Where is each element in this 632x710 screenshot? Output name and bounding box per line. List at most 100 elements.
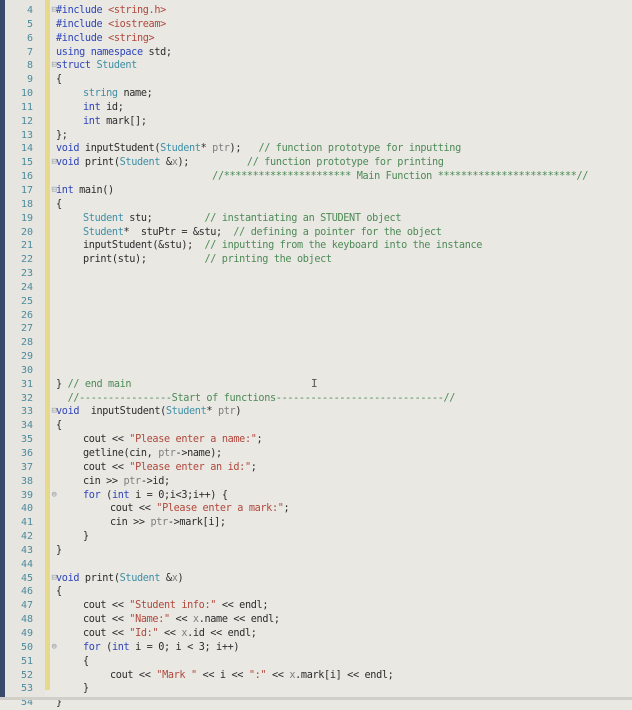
code-token: ); [177, 157, 247, 169]
code-line[interactable]: 37 cout << "Please enter an id:"; [0, 461, 632, 475]
code-text: for (int i = 0; i < 3; i++) [83, 641, 240, 655]
code-line[interactable]: 10 string name; [0, 87, 632, 101]
code-line[interactable]: 26 [0, 309, 632, 323]
code-line[interactable]: 43} [0, 544, 632, 558]
code-text: string name; [83, 87, 153, 101]
code-token: main() [79, 184, 114, 196]
code-line[interactable]: 29 [0, 350, 632, 364]
line-number: 13 [20, 129, 33, 141]
code-token: #include [56, 32, 109, 44]
code-line[interactable]: 13}; [0, 129, 632, 143]
line-number: 11 [20, 101, 33, 113]
code-text: { [56, 198, 62, 212]
code-token: cin >> [83, 475, 124, 487]
code-line[interactable]: 49 cout << "Id:" << x.id << endl; [0, 627, 632, 641]
code-text: int id; [83, 101, 124, 115]
code-token: Student [96, 60, 137, 72]
code-line[interactable]: 50 ⊜ for (int i = 0; i < 3; i++) [0, 641, 632, 655]
code-text: cin >> ptr->id; [83, 475, 170, 489]
line-number: 7 [26, 46, 33, 58]
code-line[interactable]: 52 cout << "Mark " << i << ":" << x.mark[… [0, 669, 632, 683]
code-line[interactable]: 35 cout << "Please enter a name:"; [0, 433, 632, 447]
code-line[interactable]: 11 int id; [0, 101, 632, 115]
line-number: 31 [20, 378, 33, 390]
code-token: // instantiating an STUDENT object [204, 212, 402, 224]
code-text: //********************** Main Function *… [56, 170, 588, 184]
code-line[interactable]: 21 inputStudent(&stu); // inputting from … [0, 239, 632, 253]
code-line[interactable]: 6 #include <string> [0, 32, 632, 46]
code-line[interactable]: 51 { [0, 655, 632, 669]
code-token: //********************** Main Function *… [212, 171, 589, 183]
line-number: 34 [20, 420, 33, 432]
code-line[interactable]: 47 cout << "Student info:" << endl; [0, 599, 632, 613]
code-line[interactable]: 28 [0, 336, 632, 350]
code-line[interactable]: 30 [0, 364, 632, 378]
code-line[interactable]: 25 [0, 295, 632, 309]
code-token: std; [148, 46, 172, 58]
line-number: 30 [20, 364, 33, 376]
code-line[interactable]: 18 { [0, 198, 632, 212]
code-text: cout << "Please enter an id:"; [83, 461, 257, 475]
code-line[interactable]: 15 ⊟ void print(Student &x); // function p… [0, 156, 632, 170]
code-line[interactable]: 16 //********************** Main Functio… [0, 170, 632, 184]
region-marker-icon[interactable]: ⊜ [50, 489, 58, 503]
code-token: struct [56, 60, 97, 72]
line-number: 46 [20, 586, 33, 598]
region-marker-icon[interactable]: ⊜ [50, 641, 58, 655]
code-text: }; [56, 129, 68, 143]
code-text: cout << "Id:" << x.id << endl; [83, 627, 257, 641]
line-number: 28 [20, 337, 33, 349]
code-token: <string> [108, 32, 155, 44]
code-token: inputStudent(&stu); [83, 240, 205, 252]
code-line[interactable]: 9{ [0, 73, 632, 87]
code-token: int [111, 641, 136, 653]
code-line[interactable]: 38 cin >> ptr->id; [0, 475, 632, 489]
code-token: } [56, 378, 68, 390]
code-line[interactable]: 4 ⊟ #include <string.h> [0, 4, 632, 18]
line-number: 22 [20, 254, 33, 266]
code-line[interactable]: 5 #include <iostream> [0, 18, 632, 32]
code-line[interactable]: 32 //----------------Start of functions-… [0, 392, 632, 406]
code-text: void inputStudent(Student* ptr); // func… [56, 142, 461, 156]
code-line[interactable]: 36 getline(cin, ptr->name); [0, 447, 632, 461]
code-line[interactable]: 8 ⊟ struct Student [0, 59, 632, 73]
code-token: * stuPtr = &stu; [123, 226, 234, 238]
code-text: { [56, 585, 62, 599]
code-token: cout << [83, 461, 130, 473]
code-line[interactable]: 27 [0, 322, 632, 336]
line-number: 53 [20, 683, 33, 695]
code-line[interactable]: 22 print(stu); // printing the object [0, 253, 632, 267]
code-line[interactable]: 12 int mark[]; [0, 115, 632, 129]
code-token: void [56, 572, 85, 584]
line-number: 41 [20, 517, 33, 529]
code-line[interactable]: 41 cin >> ptr->mark[i]; [0, 516, 632, 530]
code-line[interactable]: 17 ⊟ int main() [0, 184, 632, 198]
code-token: //----------------Start of functions----… [67, 392, 456, 404]
code-line[interactable]: 33 ⊟ void inputStudent(Student* ptr) [0, 405, 632, 419]
code-editor[interactable]: 4 ⊟ #include <string.h> 5 #include <iostream… [0, 4, 632, 710]
code-line[interactable]: 39 ⊜ for (int i = 0;i<3;i++) { [0, 489, 632, 503]
code-line[interactable]: 34 { [0, 419, 632, 433]
code-token: .mark[i] << endl; [295, 669, 394, 681]
code-line[interactable]: 42} [0, 530, 632, 544]
code-line[interactable]: 19 Student stu; // instantiating an STUDE… [0, 212, 632, 226]
code-line[interactable]: 40 cout << "Please enter a mark:"; [0, 502, 632, 516]
code-line[interactable]: 45 ⊟ void print(Student &x) [0, 572, 632, 586]
code-token: Student [160, 143, 201, 155]
code-line[interactable]: 14 void inputStudent(Student* ptr); // fu… [0, 142, 632, 156]
code-token: ->id; [140, 475, 170, 487]
code-line[interactable]: 53} [0, 682, 632, 696]
code-token: using namespace [56, 46, 149, 58]
code-line[interactable]: 44 [0, 558, 632, 572]
code-line[interactable]: 24 [0, 281, 632, 295]
code-token: .name << endl; [198, 614, 280, 626]
code-line[interactable]: 46 { [0, 585, 632, 599]
code-line[interactable]: 23 [0, 267, 632, 281]
code-line[interactable]: 7 using namespace std; [0, 46, 632, 60]
code-line[interactable]: 20 Student* stuPtr = &stu; // defining a … [0, 226, 632, 240]
code-token: { [56, 420, 62, 432]
line-number: 39 [20, 489, 33, 501]
code-token: stu; [129, 212, 205, 224]
code-token: Student [83, 226, 124, 238]
code-line[interactable]: 48 cout << "Name:" << x.name << endl; [0, 613, 632, 627]
